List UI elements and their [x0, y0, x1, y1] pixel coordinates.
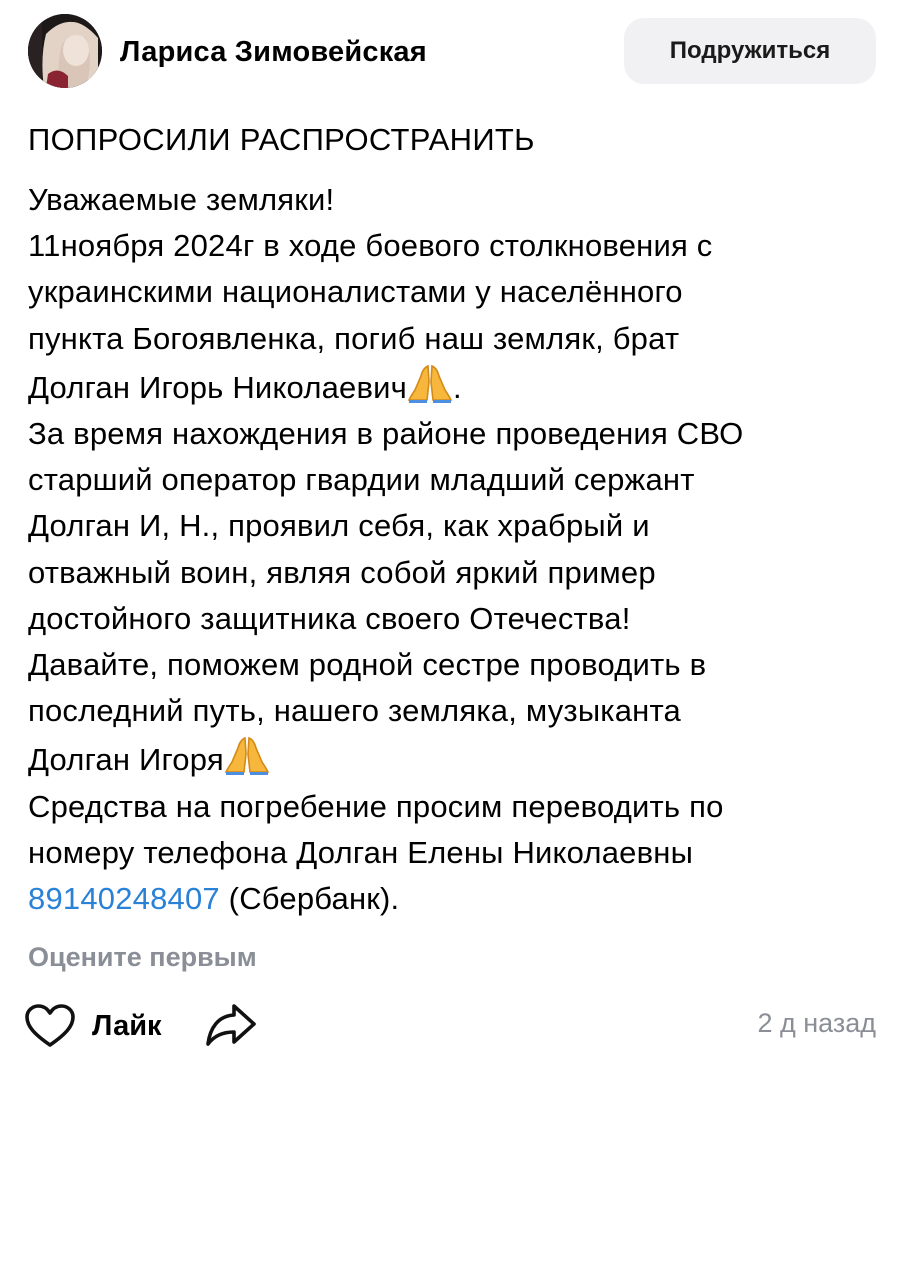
heart-icon: [24, 1002, 76, 1050]
body-line: отважный воин, являя собой яркий пример: [28, 554, 656, 590]
body-line: достойного защитника своего Отечества!: [28, 600, 631, 636]
body-text: .: [453, 369, 462, 405]
post-title: ПОПРОСИЛИ РАСПРОСТРАНИТЬ: [28, 122, 535, 157]
body-line: последний путь, нашего земляка, музыкант…: [28, 693, 681, 729]
body-line: номеру телефона Долган Елены Николаевны: [28, 834, 694, 870]
author-name[interactable]: Лариса Зимовейская: [120, 36, 427, 69]
body-line: За время нахождения в районе проведения …: [28, 416, 744, 452]
body-line: Уважаемые земляки!: [28, 182, 335, 217]
folded-hands-icon: [407, 362, 453, 404]
post-header: Лариса Зимовейская Подружиться: [28, 14, 876, 88]
body-line: Долган Игорь Николаевич .: [28, 362, 878, 411]
post-body: Уважаемые земляки! 11ноября 2024г в ходе…: [28, 177, 878, 922]
body-line: Средства на погребение просим переводить…: [28, 788, 724, 824]
folded-hands-icon: [224, 734, 270, 776]
phone-number-link[interactable]: 89140248407: [28, 881, 220, 916]
body-line: Долган Игоря: [28, 734, 878, 783]
post-actions: Лайк 2 д назад: [24, 996, 876, 1056]
body-line: Долган И, Н., проявил себя, как храбрый …: [28, 508, 650, 544]
like-button[interactable]: Лайк: [24, 996, 162, 1056]
body-line: украинскими националистами у населённого: [28, 274, 683, 310]
post-timestamp: 2 д назад: [757, 1008, 876, 1038]
body-line: 89140248407 (Сбербанк).: [28, 876, 878, 922]
body-text: Долган Игоря: [28, 742, 224, 778]
body-text: (Сбербанк).: [219, 881, 400, 917]
rate-first-prompt[interactable]: Оцените первым: [28, 942, 257, 973]
body-line: Давайте, поможем родной сестре проводить…: [28, 647, 707, 683]
add-friend-button[interactable]: Подружиться: [624, 18, 876, 84]
body-text: Долган Игорь Николаевич: [28, 369, 408, 405]
body-line: пункта Богоявленка, погиб наш земляк, бр…: [28, 320, 680, 356]
share-icon[interactable]: [204, 1000, 258, 1048]
avatar-photo: [28, 14, 102, 88]
body-line: старший оператор гвардии младший сержант: [28, 462, 695, 498]
body-line: 11ноября 2024г в ходе боевого столкновен…: [28, 228, 713, 264]
like-label: Лайк: [92, 1009, 162, 1042]
author-avatar[interactable]: [28, 14, 102, 88]
